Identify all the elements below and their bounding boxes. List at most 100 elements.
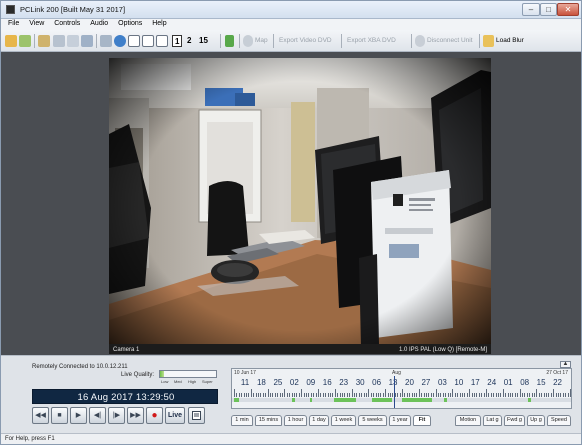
refresh-icon[interactable] [19,35,31,47]
zoom-tab-1-min[interactable]: 1 min [231,415,253,426]
filter-tab-lat-g[interactable]: Lat g [483,415,502,426]
map-icon [243,35,253,47]
menu-help[interactable]: Help [148,19,170,27]
fast-forward-button[interactable]: ▶▶ [127,407,144,424]
export-xba-dvd-button[interactable]: Export XBA DVD [347,34,396,48]
window-title: PCLink 200 [Built May 31 2017] [20,5,126,14]
disconnect-unit-button[interactable]: Disconnect Unit [427,34,473,48]
recording-segment [372,398,392,402]
timeline-tick [274,393,276,397]
timeline-tick [243,393,245,397]
live-quality-slider[interactable] [159,370,217,378]
grid-view-icon[interactable] [156,35,168,47]
timeline-tick [440,393,442,397]
capture-icon[interactable] [67,35,79,47]
zoom-tab-1-week[interactable]: 1 week [331,415,356,426]
stop-button[interactable]: ■ [51,407,68,424]
timeline-tick [452,389,454,397]
zoom-tab-fit[interactable]: Fit [413,415,431,426]
export-video-dvd-button[interactable]: Export Video DVD [279,34,332,48]
timeline-tick [351,389,353,397]
copy-icon[interactable] [53,35,65,47]
timeline-tick [399,393,401,397]
timeline-tick [375,393,377,397]
toolbar: 1 2 15 Map Export Video DVD Export XBA D… [1,30,581,52]
single-view-icon[interactable] [128,35,140,47]
timeline-tick [550,393,552,397]
timeline-ticks [234,389,571,397]
folder-icon[interactable] [38,35,50,47]
open-folder-icon[interactable] [5,35,17,47]
timeline-tick [445,393,447,397]
timeline-tick [236,393,238,397]
map-button[interactable]: Map [255,34,268,48]
export-clip-icon[interactable] [188,407,205,424]
step-forward-button[interactable]: |▶ [108,407,125,424]
timeline-tick [265,393,267,397]
camera-scene [109,58,491,354]
filter-tab-motion[interactable]: Motion [455,415,481,426]
recording-segment [528,398,531,402]
timeline-tick [363,393,365,397]
timeline-tick [447,393,449,397]
filter-tab-up-g[interactable]: Up g [527,415,545,426]
menu-audio[interactable]: Audio [86,19,112,27]
timeline-tick [289,393,291,397]
camera-video-feed[interactable]: Camera 1 1.0 IPS PAL (Low Q) [Remote-M] [109,58,491,354]
timeline-tick [430,393,432,397]
timeline-tick [301,389,303,397]
timeline-tick [378,393,379,397]
record-button[interactable]: ● [146,407,163,424]
timeline-tick [253,393,255,397]
live-quality-label: Live Quality: [121,372,155,378]
timeline-tick [514,393,516,397]
info-icon[interactable] [114,35,126,47]
microphone-icon[interactable] [225,35,234,47]
zoom-tab-1-day[interactable]: 1 day [309,415,329,426]
menu-options[interactable]: Options [114,19,146,27]
play-button[interactable]: ▶ [70,407,87,424]
layout-2-button[interactable]: 2 [187,34,191,48]
close-button[interactable]: ✕ [557,3,579,16]
timeline-scroll-up-button[interactable]: ▲ [560,361,571,368]
quad-view-icon[interactable] [142,35,154,47]
settings-icon[interactable] [100,35,112,47]
rewind-button[interactable]: ◀◀ [32,407,49,424]
timeline-tick [483,393,485,397]
step-back-button[interactable]: ◀| [89,407,106,424]
layout-1-button[interactable]: 1 [172,35,183,47]
maximize-button[interactable]: □ [540,3,557,16]
menu-view[interactable]: View [25,19,48,27]
timeline-tick [346,393,348,397]
timeline-tick [250,389,252,397]
zoom-tab-5-weeks[interactable]: 5 weeks [358,415,387,426]
load-blur-button[interactable]: Load Blur [496,34,524,48]
timeline-tick [277,393,279,397]
zoom-tab-15-mins[interactable]: 15 mins [255,415,282,426]
filter-tab-fwd-g[interactable]: Fwd g [504,415,525,426]
live-button[interactable]: Live [165,407,185,424]
timeline-tick [356,393,358,397]
timeline-tick [255,393,257,397]
zoom-tab-1-year[interactable]: 1 year [389,415,411,426]
timeline-playhead[interactable] [394,376,395,408]
timeline-tick [418,389,420,397]
timeline-tick [562,393,564,397]
menu-controls[interactable]: Controls [50,19,84,27]
layout-15-button[interactable]: 15 [199,34,208,48]
zoom-tab-1-hour[interactable]: 1 hour [284,415,307,426]
disconnect-icon [415,35,425,47]
timeline-tick [308,393,310,397]
timeline-tick [286,393,288,397]
timeline-tick [270,393,271,397]
minimize-button[interactable]: – [522,3,540,16]
datetime-display[interactable]: 16 Aug 2017 13:29:50 [32,389,218,404]
timeline-tick [462,393,463,397]
timeline-tick [337,393,339,397]
timeline[interactable]: 10 Jun 17 Aug 27 Oct 17 11 18 25 02 09 16 23 30… [231,368,572,409]
timeline-tick [272,393,274,397]
menu-file[interactable]: File [1,19,23,27]
print-icon[interactable] [81,35,93,47]
filter-tab-speed[interactable]: Speed [547,415,571,426]
timeline-tick [531,393,533,397]
